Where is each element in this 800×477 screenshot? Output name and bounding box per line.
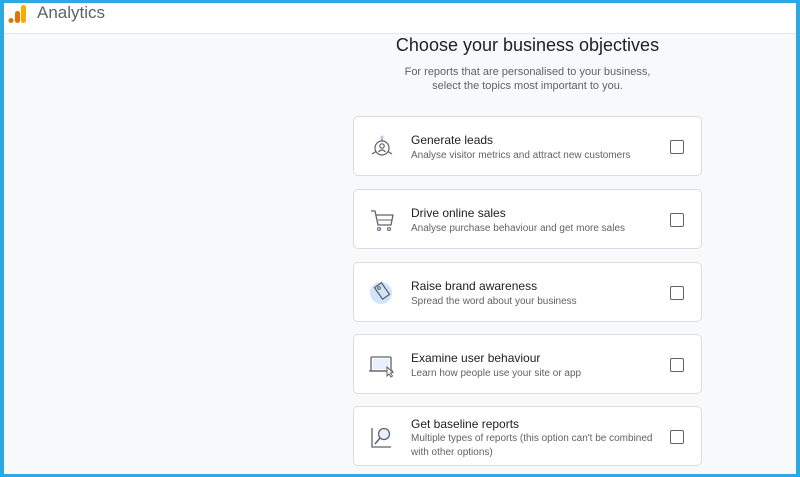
objective-card-get-baseline-reports[interactable]: Get baseline reports Multiple types of r…	[353, 406, 702, 466]
page-title: Choose your business objectives	[395, 35, 660, 55]
get-baseline-reports-checkbox[interactable]	[670, 430, 684, 444]
examine-user-behaviour-checkbox[interactable]	[670, 358, 684, 372]
objective-title: Get baseline reports	[411, 417, 520, 431]
price-tag-icon	[370, 282, 392, 304]
objective-title: Raise brand awareness	[411, 279, 538, 293]
objective-title: Generate leads	[411, 133, 494, 147]
shopping-cart-icon	[371, 210, 394, 231]
subtitle-line-2: select the topics most important to you.	[432, 80, 623, 92]
objective-description: Learn how people use your site or app	[411, 368, 582, 379]
generate-leads-checkbox[interactable]	[670, 140, 684, 154]
objective-description: Analyse visitor metrics and attract new …	[411, 150, 631, 161]
app-window: Analytics Choose your business objective…	[4, 3, 796, 474]
objective-description: Multiple types of reports (this option c…	[411, 433, 653, 458]
subtitle-line-1: For reports that are personalised to you…	[404, 66, 651, 78]
objective-card-generate-leads[interactable]: Generate leads Analyse visitor metrics a…	[353, 116, 702, 176]
objective-card-drive-online-sales[interactable]: Drive online sales Analyse purchase beha…	[353, 189, 702, 249]
analytics-logo-icon[interactable]	[8, 5, 28, 23]
objective-description: Analyse purchase behaviour and get more …	[411, 223, 626, 234]
objective-card-raise-brand-awareness[interactable]: Raise brand awareness Spread the word ab…	[353, 262, 702, 322]
drive-online-sales-checkbox[interactable]	[670, 213, 684, 227]
objective-title: Examine user behaviour	[411, 351, 541, 365]
objective-description: Spread the word about your business	[411, 296, 577, 307]
magnifier-report-icon	[371, 427, 391, 448]
screen-cursor-icon	[369, 356, 395, 378]
raise-brand-awareness-checkbox[interactable]	[670, 286, 684, 300]
top-bar: Analytics	[4, 3, 796, 34]
leads-target-icon	[371, 135, 393, 156]
objective-card-examine-user-behaviour[interactable]: Examine user behaviour Learn how people …	[353, 334, 702, 394]
objective-title: Drive online sales	[411, 206, 506, 220]
page-subtitle: For reports that are personalised to you…	[324, 65, 731, 93]
app-title: Analytics	[37, 3, 106, 22]
